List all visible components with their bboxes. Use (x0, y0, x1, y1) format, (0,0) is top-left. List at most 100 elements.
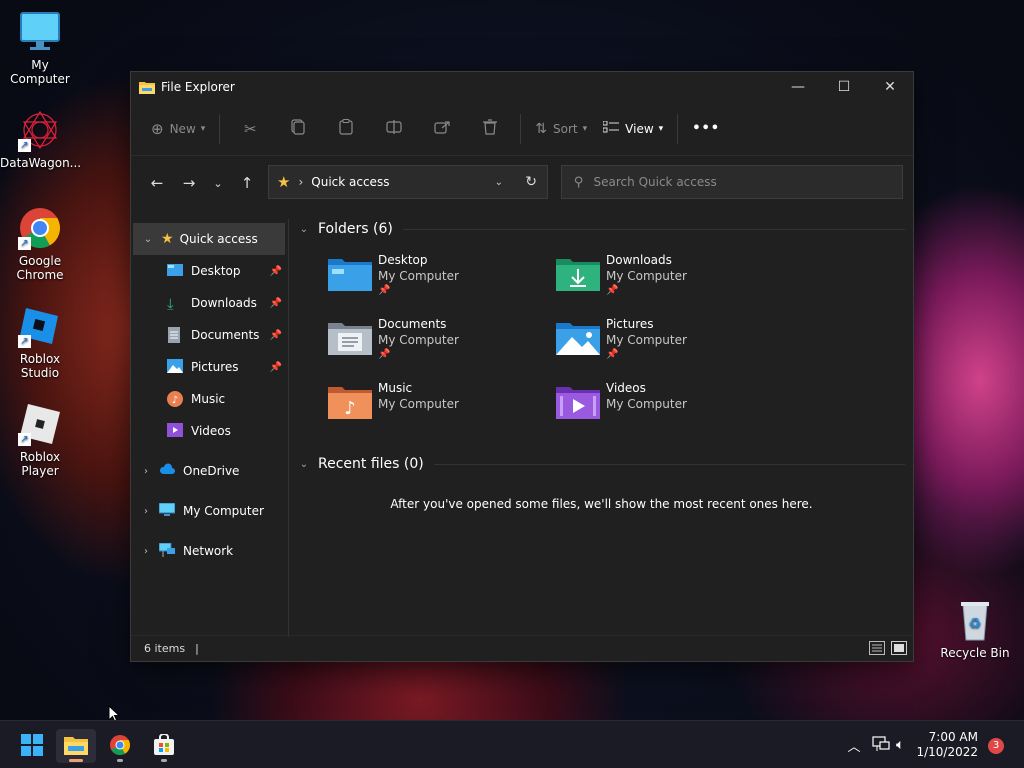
folder-name: Documents (378, 317, 447, 331)
search-input[interactable]: Search Quick access (594, 175, 717, 189)
copy-button[interactable] (274, 113, 322, 145)
notification-badge[interactable]: 3 (988, 738, 1004, 754)
folder-tile-videos[interactable]: Videos My Computer (556, 381, 776, 437)
delete-button[interactable] (466, 113, 514, 145)
chevron-up-icon[interactable]: ︿ (844, 736, 864, 755)
command-bar: ⊕ New ▾ ✂ ⇅ Sort ▾ View ▾ ••• (131, 102, 913, 156)
sidebar-item-desktop[interactable]: Desktop 📌 (131, 255, 288, 287)
folder-tile-pictures[interactable]: Pictures My Computer 📌 (556, 317, 776, 373)
title-bar[interactable]: File Explorer — ☐ ✕ (131, 72, 913, 102)
chrome-icon (109, 734, 131, 759)
sort-arrows-icon: ⇅ (535, 120, 548, 137)
folder-tile-downloads[interactable]: Downloads My Computer 📌 (556, 253, 776, 309)
new-button[interactable]: ⊕ New ▾ (143, 113, 213, 145)
tiles-view-button[interactable] (891, 641, 907, 655)
monitor-icon (18, 10, 62, 54)
star-icon: ★ (161, 231, 174, 247)
chevron-right-icon[interactable]: › (139, 466, 153, 477)
folders-group-header[interactable]: ⌄ Folders (6) (296, 219, 913, 239)
folder-tile-documents[interactable]: Documents My Computer 📌 (328, 317, 548, 373)
arrow-right-icon: → (182, 174, 196, 192)
cut-button[interactable]: ✂ (226, 113, 274, 145)
desktop-icon-google-chrome[interactable]: ↗ Google Chrome (0, 206, 80, 282)
pin-icon: 📌 (269, 361, 282, 373)
chevron-down-icon: ▾ (200, 123, 206, 134)
content-pane: ⌄ Folders (6) Desktop My Computer 📌 Down… (290, 219, 913, 637)
network-status-icon[interactable] (872, 735, 890, 755)
share-button[interactable] (418, 113, 466, 145)
clipboard-icon (339, 119, 353, 138)
up-button[interactable]: ↑ (231, 167, 263, 199)
share-icon (434, 120, 450, 137)
pin-icon: 📌 (269, 265, 282, 277)
forward-button[interactable]: → (173, 167, 205, 199)
rename-icon (386, 120, 402, 137)
desktop-icon-label: Roblox Player (19, 450, 61, 478)
file-explorer-window: File Explorer — ☐ ✕ ⊕ New ▾ ✂ ⇅ Sort ▾ V… (130, 71, 914, 662)
desktop-icon-datawagon[interactable]: ↗ DataWagon... (0, 108, 81, 170)
arrow-up-icon: ↑ (240, 174, 254, 192)
sidebar-item-label: Downloads (191, 296, 257, 310)
shortcut-arrow-icon: ↗ (18, 335, 31, 348)
plus-circle-icon: ⊕ (151, 119, 164, 138)
roblox-studio-icon: ↗ (18, 304, 62, 348)
minimize-button[interactable]: — (775, 72, 821, 102)
chevron-down-icon: ⌄ (213, 176, 223, 190)
folder-location: My Computer (378, 269, 459, 283)
sidebar-item-network[interactable]: › Network (131, 535, 288, 567)
desktop-icon-recycle-bin[interactable]: ♻ Recycle Bin (935, 598, 1015, 660)
sort-button[interactable]: ⇅ Sort ▾ (527, 113, 595, 145)
back-button[interactable]: ← (141, 167, 173, 199)
taskbar-file-explorer[interactable] (56, 729, 96, 763)
chevron-down-icon[interactable]: ⌄ (296, 224, 312, 235)
chevron-down-icon[interactable]: ⌄ (296, 459, 312, 470)
desktop-icon-roblox-player[interactable]: ↗ Roblox Player (0, 402, 80, 478)
folder-tile-desktop[interactable]: Desktop My Computer 📌 (328, 253, 548, 309)
active-indicator (69, 759, 83, 762)
more-options-button[interactable]: ••• (684, 113, 728, 145)
refresh-icon[interactable]: ↻ (525, 174, 537, 190)
start-button[interactable] (12, 729, 52, 763)
maximize-button[interactable]: ☐ (821, 72, 867, 102)
svg-text:♪: ♪ (172, 395, 178, 406)
rename-button[interactable] (370, 113, 418, 145)
folder-tile-music[interactable]: ♪ Music My Computer (328, 381, 548, 437)
taskbar-chrome[interactable] (100, 729, 140, 763)
view-button[interactable]: View ▾ (595, 113, 671, 145)
sidebar-item-quick-access[interactable]: ⌄ ★ Quick access (133, 223, 285, 255)
sidebar-item-videos[interactable]: Videos (131, 415, 288, 447)
close-button[interactable]: ✕ (867, 72, 913, 102)
desktop-icon-roblox-studio[interactable]: ↗ Roblox Studio (0, 304, 80, 380)
sidebar-item-music[interactable]: ♪ Music (131, 383, 288, 415)
clock[interactable]: 7:00 AM 1/10/2022 (916, 730, 978, 760)
sidebar-item-my-computer[interactable]: › My Computer (131, 495, 288, 527)
running-indicator (161, 759, 167, 762)
chevron-down-icon: ▾ (658, 123, 664, 134)
chevron-down-icon[interactable]: ⌄ (141, 234, 155, 245)
search-box[interactable]: ⚲ Search Quick access (561, 165, 903, 199)
search-icon: ⚲ (574, 174, 584, 190)
breadcrumb-quick-access[interactable]: Quick access (311, 175, 389, 189)
details-view-button[interactable] (869, 641, 885, 655)
chevron-right-icon[interactable]: › (139, 506, 153, 517)
address-dropdown-icon[interactable]: ⌄ (495, 177, 503, 188)
recent-locations-button[interactable]: ⌄ (205, 167, 231, 199)
folder-name: Videos (606, 381, 646, 395)
download-icon: ⤓ (167, 295, 174, 313)
shortcut-arrow-icon: ↗ (18, 237, 31, 250)
sidebar-item-documents[interactable]: Documents 📌 (131, 319, 288, 351)
sidebar-item-downloads[interactable]: ⤓ Downloads 📌 (131, 287, 288, 319)
desktop-icon-label: My Computer (10, 58, 70, 86)
address-bar[interactable]: ★ › Quick access ⌄ ↻ (268, 165, 548, 199)
sidebar-item-onedrive[interactable]: › OneDrive (131, 455, 288, 487)
datawagon-icon: ↗ (18, 108, 62, 152)
recent-files-group-header[interactable]: ⌄ Recent files (0) (296, 454, 913, 474)
taskbar-store[interactable] (144, 729, 184, 763)
chevron-right-icon[interactable]: › (139, 546, 153, 557)
volume-icon[interactable]: 🔈︎ (896, 737, 904, 753)
desktop-folder-icon (328, 255, 372, 291)
paste-button[interactable] (322, 113, 370, 145)
desktop-icon-my-computer[interactable]: My Computer (0, 10, 80, 86)
sidebar-item-pictures[interactable]: Pictures 📌 (131, 351, 288, 383)
window-controls: — ☐ ✕ (775, 72, 913, 102)
